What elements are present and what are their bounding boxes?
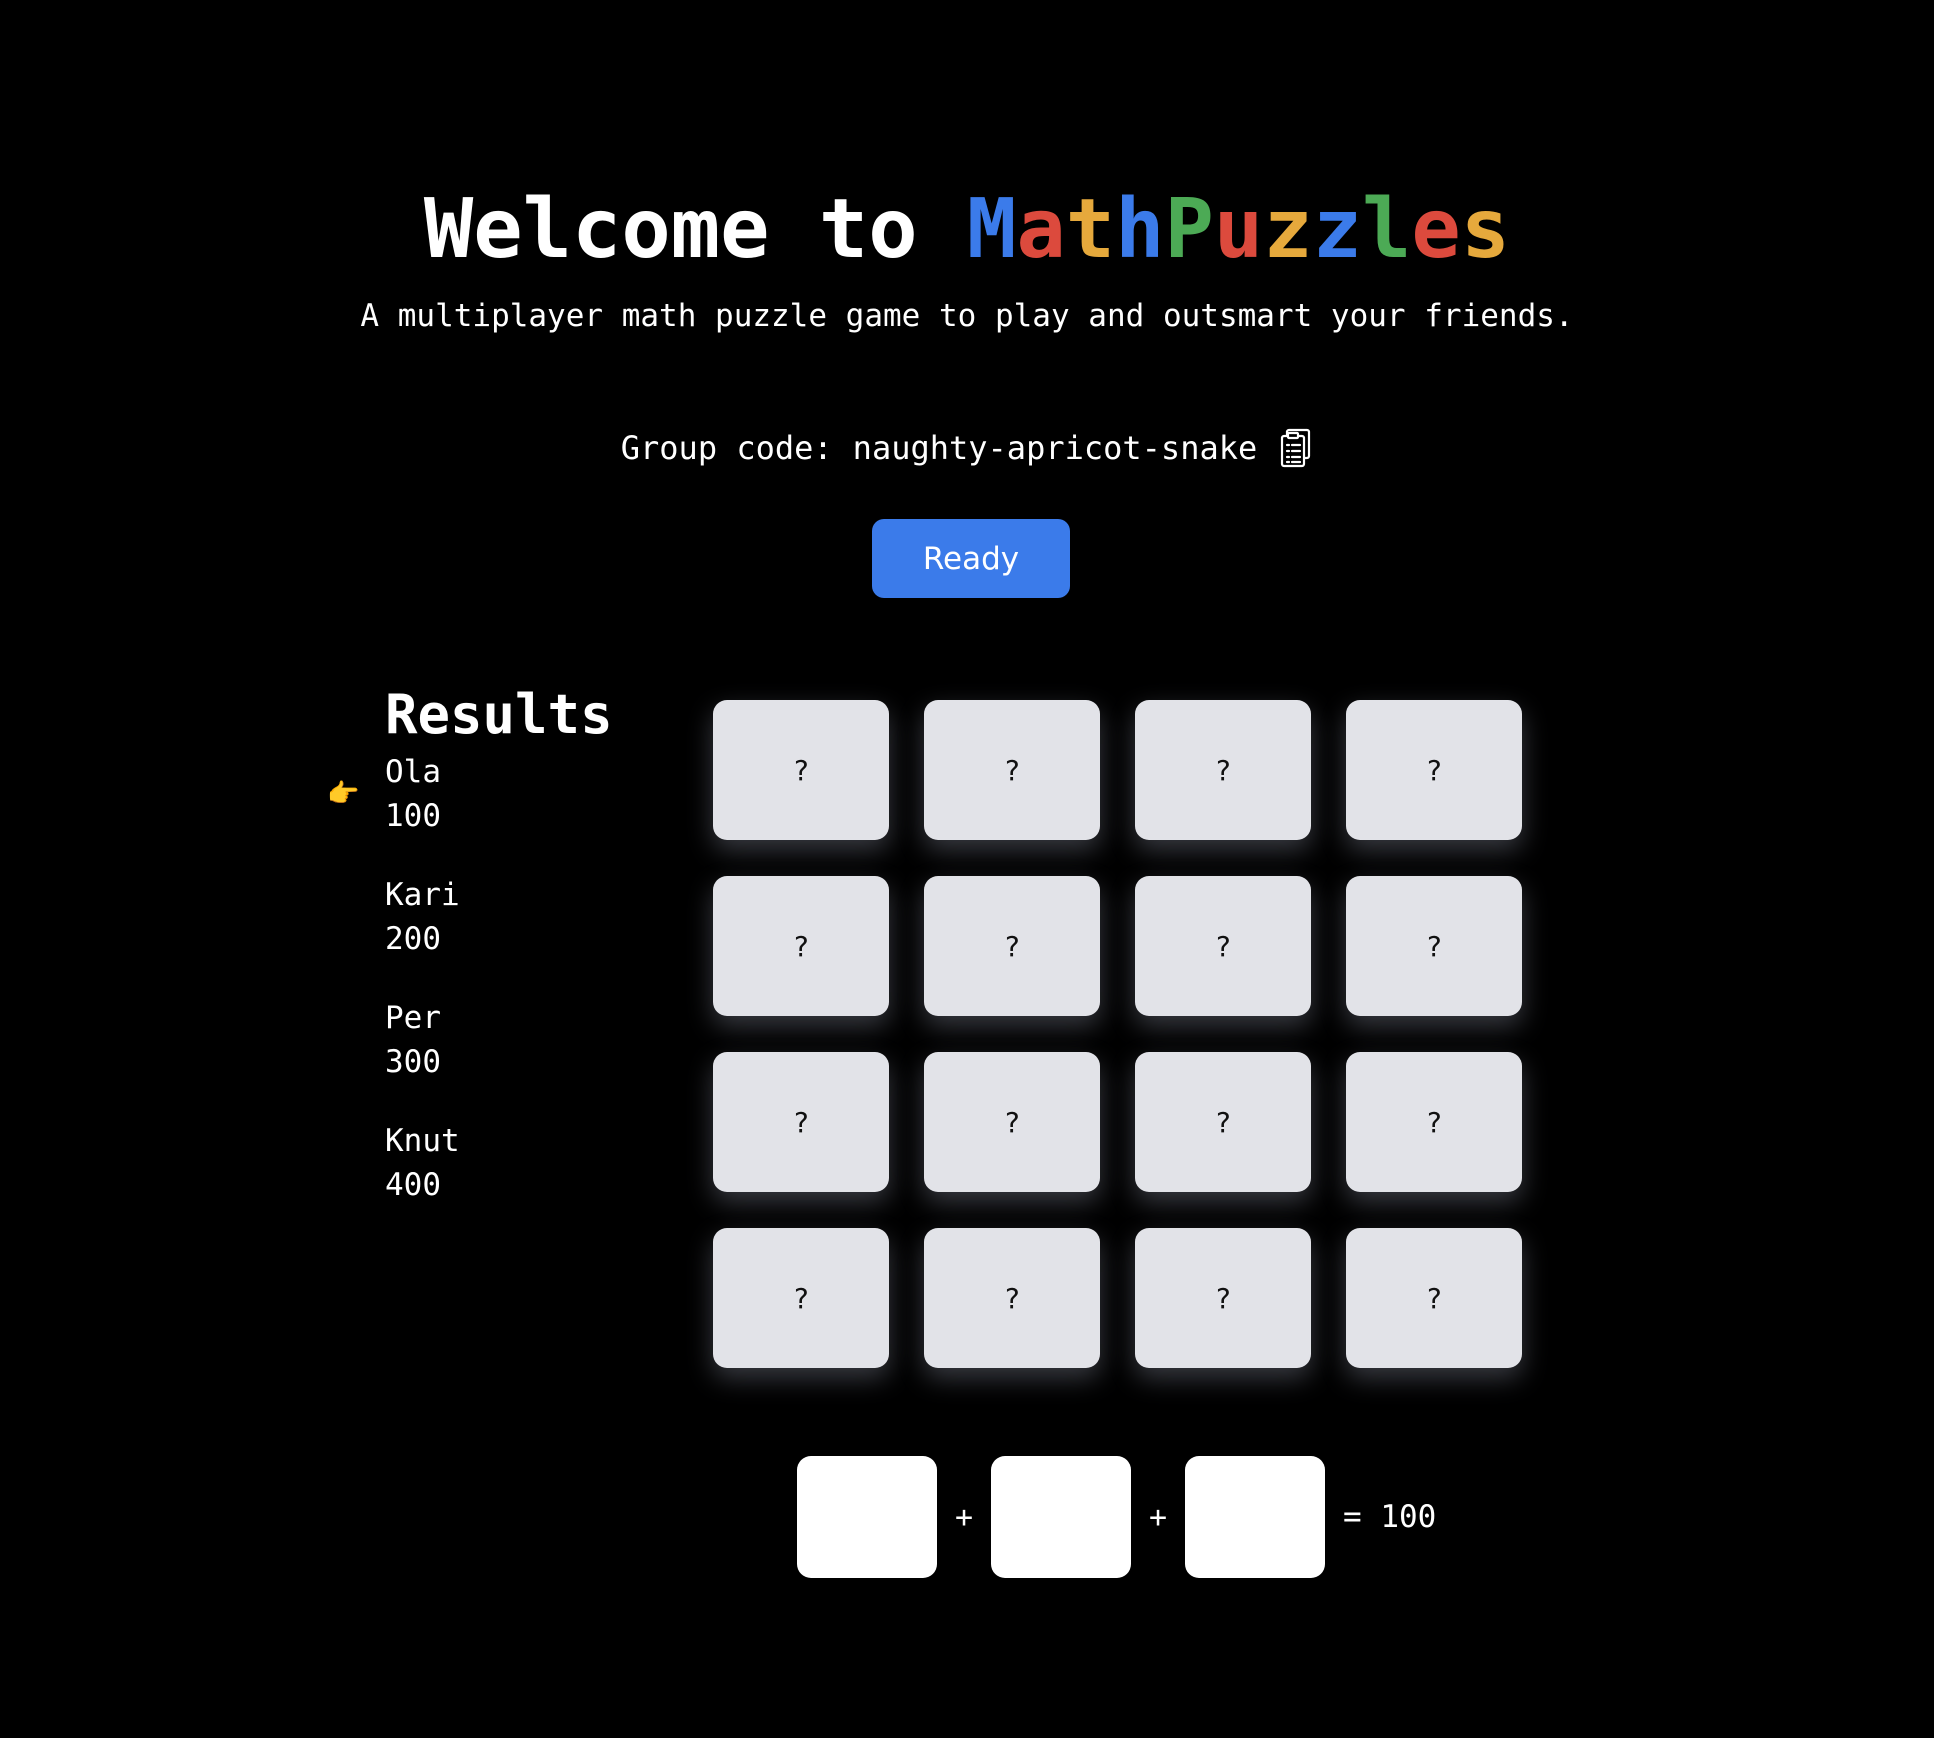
brand-letter: M xyxy=(966,182,1017,277)
answer-slot-1[interactable] xyxy=(797,1456,937,1578)
player-score: 400 xyxy=(385,1167,441,1203)
player-name: Per xyxy=(385,1000,441,1036)
brand-letter: a xyxy=(1016,182,1066,277)
puzzle-tile[interactable]: ? xyxy=(713,1052,889,1192)
brand-letter: e xyxy=(1411,182,1461,277)
plus-operator-1: + xyxy=(954,1499,974,1535)
puzzle-tile[interactable]: ? xyxy=(1135,1052,1311,1192)
player-entry: 👉 Ola 100 xyxy=(327,750,650,873)
answer-slot-2[interactable] xyxy=(991,1456,1131,1578)
puzzle-tile[interactable]: ? xyxy=(713,1228,889,1368)
results-title: Results xyxy=(385,683,613,746)
answer-slot-3[interactable] xyxy=(1185,1456,1325,1578)
puzzle-grid: ???????????????? xyxy=(713,700,1523,1368)
puzzle-tile[interactable]: ? xyxy=(1135,700,1311,840)
brand-letter: t xyxy=(1065,182,1116,277)
puzzle-tile[interactable]: ? xyxy=(1346,1052,1522,1192)
player-list: 👉 Ola 100 Kari 200 Per 300 Knut 400 xyxy=(327,750,650,1242)
brand-letter: h xyxy=(1115,182,1165,277)
pointing-hand-icon: 👉 xyxy=(327,779,360,809)
puzzle-tile[interactable]: ? xyxy=(924,876,1100,1016)
equation-target: = 100 xyxy=(1343,1499,1437,1535)
puzzle-tile[interactable]: ? xyxy=(713,876,889,1016)
puzzle-tile[interactable]: ? xyxy=(1346,1228,1522,1368)
puzzle-tile[interactable]: ? xyxy=(924,1052,1100,1192)
puzzle-tile[interactable]: ? xyxy=(1135,1228,1311,1368)
plus-operator-2: + xyxy=(1148,1499,1168,1535)
brand-letter: P xyxy=(1164,182,1214,277)
group-code-label: Group code: xyxy=(620,429,833,467)
player-name: Ola xyxy=(385,754,441,790)
brand-letter: s xyxy=(1460,182,1511,277)
ready-button[interactable]: Ready xyxy=(872,519,1070,598)
player-score: 100 xyxy=(385,798,441,834)
brand-letter: l xyxy=(1361,182,1412,277)
group-code-value: naughty-apricot-snake xyxy=(852,429,1258,467)
title-prefix: Welcome to xyxy=(423,182,967,277)
clipboard-icon[interactable] xyxy=(1279,428,1313,468)
player-score: 300 xyxy=(385,1044,441,1080)
puzzle-tile[interactable]: ? xyxy=(1346,876,1522,1016)
puzzle-tile[interactable]: ? xyxy=(924,700,1100,840)
puzzle-tile[interactable]: ? xyxy=(1135,876,1311,1016)
puzzle-tile[interactable]: ? xyxy=(924,1228,1100,1368)
group-code-row: Group code: naughty-apricot-snake xyxy=(0,426,1934,470)
player-entry: Knut 400 xyxy=(385,1119,650,1242)
puzzle-tile[interactable]: ? xyxy=(713,700,889,840)
brand-letter: z xyxy=(1263,182,1313,277)
player-entry: Per 300 xyxy=(385,996,650,1119)
page-title: Welcome to MathPuzzles xyxy=(0,180,1934,280)
player-score: 200 xyxy=(385,921,441,957)
equation: + + = 100 xyxy=(797,1456,1436,1578)
puzzle-tile[interactable]: ? xyxy=(1346,700,1522,840)
results-panel: Results 👉 Ola 100 Kari 200 Per 300 Knut 400 xyxy=(327,680,650,1242)
subtitle: A multiplayer math puzzle game to play a… xyxy=(360,298,1574,334)
player-name: Kari xyxy=(385,877,460,913)
player-name: Knut xyxy=(385,1123,460,1159)
player-entry: Kari 200 xyxy=(385,873,650,996)
brand-letter: u xyxy=(1213,182,1264,277)
brand-letter: z xyxy=(1312,182,1362,277)
brand-name: MathPuzzles xyxy=(967,182,1510,277)
